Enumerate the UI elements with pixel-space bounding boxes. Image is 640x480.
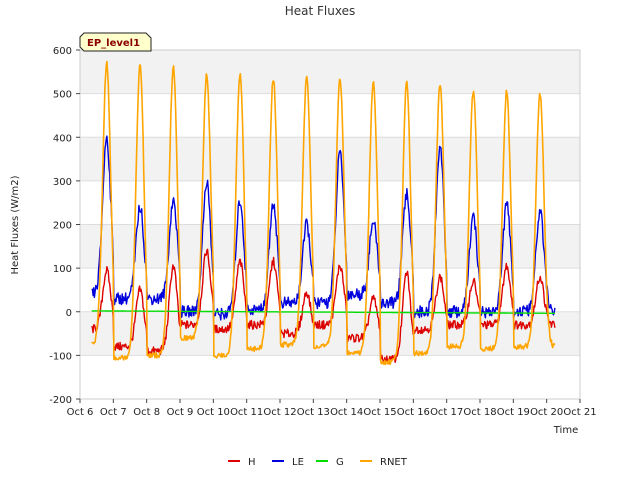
x-tick-label: Oct 11 <box>230 407 263 418</box>
site-label: EP_level1 <box>87 38 140 49</box>
y-tick-label: -200 <box>49 395 72 406</box>
x-tick-label: Oct 13 <box>297 407 330 418</box>
y-tick-label: 500 <box>53 90 72 101</box>
y-tick-label: 400 <box>53 133 72 144</box>
x-tick-label: Oct 19 <box>497 407 530 418</box>
legend-label-le: LE <box>292 457 304 468</box>
x-tick-label: Oct 18 <box>463 407 496 418</box>
legend-label-g: G <box>336 457 344 468</box>
grid-band <box>80 50 580 94</box>
x-tick-label: Oct 20 <box>530 407 563 418</box>
x-tick-label: Oct 7 <box>100 407 127 418</box>
x-tick-label: Oct 6 <box>67 407 94 418</box>
legend-label-h: H <box>248 457 256 468</box>
y-tick-label: -100 <box>49 351 72 362</box>
y-tick-label: 300 <box>53 177 72 188</box>
y-tick-label: 600 <box>53 46 72 57</box>
y-tick-label: 100 <box>53 264 72 275</box>
x-axis-ticks: Oct 6 Oct 7 Oct 8 Oct 9 Oct 10 Oct 11 Oct 12 Oc… <box>67 399 597 418</box>
y-tick-label: 200 <box>53 221 72 232</box>
x-tick-label: Oct 12 <box>263 407 296 418</box>
site-label-box: EP_level1 <box>79 32 152 52</box>
y-axis-ticks: -200 -100 0 100 200 300 400 500 600 <box>49 46 80 406</box>
grid-band <box>80 137 580 181</box>
x-tick-label: Oct 16 <box>397 407 430 418</box>
x-tick-label: Oct 15 <box>363 407 396 418</box>
x-tick-label: Oct 9 <box>167 407 194 418</box>
legend: H LE G RNET <box>228 457 408 468</box>
heat-flux-chart: Heat Fluxes -200 -100 0 100 200 300 400 500 600 … <box>0 0 640 480</box>
x-tick-label: Oct 14 <box>330 407 363 418</box>
x-tick-label: Oct 8 <box>133 407 160 418</box>
y-axis-title: Heat Fluxes (W/m2) <box>10 175 21 274</box>
x-tick-label: Oct 10 <box>197 407 230 418</box>
x-axis-title: Time <box>553 425 578 436</box>
chart-title: Heat Fluxes <box>285 4 356 18</box>
x-tick-label: Oct 17 <box>430 407 463 418</box>
chart-canvas: Heat Fluxes -200-1000100200300400500600 … <box>10 4 597 468</box>
legend-label-rnet: RNET <box>380 457 408 468</box>
x-tick-label: Oct 21 <box>563 407 596 418</box>
grid-band <box>80 224 580 269</box>
y-tick-label: 0 <box>66 308 72 319</box>
